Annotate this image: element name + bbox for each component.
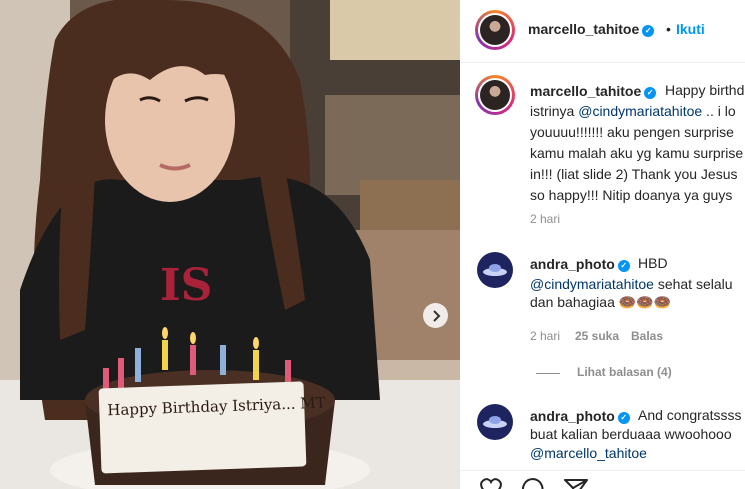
verified-badge-icon: ✓ — [617, 412, 630, 424]
post-photo: IS Happy Birthday Istriya... MT — [0, 0, 460, 489]
emoji-cake-icons: 🍩🍩🍩 — [618, 294, 672, 310]
caption-text-line1: Happy birthd — [665, 82, 745, 98]
caption-text-line4: kamu malah aku yg kamu surprise — [530, 145, 744, 161]
post-header: marcello_tahitoe ✓ • Ikuti — [460, 0, 745, 63]
send-icon[interactable] — [563, 477, 589, 489]
post-side-panel: marcello_tahitoe ✓ • Ikuti marcello_tahit… — [460, 0, 745, 489]
shirt-print: IS — [160, 260, 212, 311]
verified-badge-icon: ✓ — [644, 87, 657, 99]
caption-text-line2: istrinya @cindymariatahitoe .. i lo — [530, 103, 736, 119]
comment-text-line2: buat kalian berduaaa wwoohooo — [530, 426, 732, 442]
caption-timestamp[interactable]: 2 hari — [530, 212, 560, 226]
ufo-logo-icon — [483, 264, 507, 276]
caption-text-line3: youuuu!!!!!!! aku pengen surprise — [530, 124, 734, 140]
comment-likes-count[interactable]: 25 suka — [575, 329, 619, 343]
header-separator: • — [666, 21, 671, 37]
comment-mention-link[interactable]: @cindymariatahitoe — [530, 276, 654, 292]
commenter-avatar[interactable] — [477, 252, 513, 288]
heart-icon[interactable] — [478, 477, 504, 489]
next-slide-button[interactable] — [423, 303, 448, 328]
caption-text-line5: in!!! (liat slide 2) Thank you Jesus — [530, 166, 738, 182]
comment-text-line1: And congratssss — [638, 407, 742, 423]
caption-username[interactable]: marcello_tahitoe ✓ — [530, 83, 657, 99]
reply-button[interactable]: Balas — [631, 329, 663, 343]
comment-timestamp[interactable]: 2 hari — [530, 329, 560, 343]
action-bar — [460, 470, 745, 489]
comment-text-line3: dan bahagiaa 🍩🍩🍩 — [530, 294, 672, 310]
replies-divider-line — [536, 373, 560, 374]
caption-mention-link[interactable]: @cindymariatahitoe — [578, 103, 702, 119]
comment-icon[interactable] — [520, 477, 546, 489]
comment-text-line1: HBD — [638, 255, 668, 271]
caption-text-line6: so happy!!! Nitip doanya ya guys — [530, 187, 733, 203]
chevron-right-icon — [432, 309, 440, 322]
verified-badge-icon: ✓ — [617, 260, 630, 272]
author-avatar[interactable] — [475, 10, 515, 50]
comment-text-line3: @marcello_tahitoe — [530, 443, 647, 464]
comment-username[interactable]: andra_photo ✓ — [530, 256, 630, 272]
comment-username[interactable]: andra_photo ✓ — [530, 408, 630, 424]
follow-button[interactable]: Ikuti — [676, 21, 705, 37]
ufo-logo-icon — [483, 416, 507, 428]
verified-badge-icon: ✓ — [642, 25, 655, 37]
caption-avatar[interactable] — [475, 75, 515, 115]
view-replies-button[interactable]: Lihat balasan (4) — [577, 365, 672, 379]
birthday-photo-illustration: IS Happy Birthday Istriya... MT — [0, 0, 460, 489]
author-username[interactable]: marcello_tahitoe ✓ — [528, 21, 655, 37]
comment-mention-link[interactable]: @marcello_tahitoe — [530, 445, 647, 461]
commenter-avatar[interactable] — [477, 404, 513, 440]
